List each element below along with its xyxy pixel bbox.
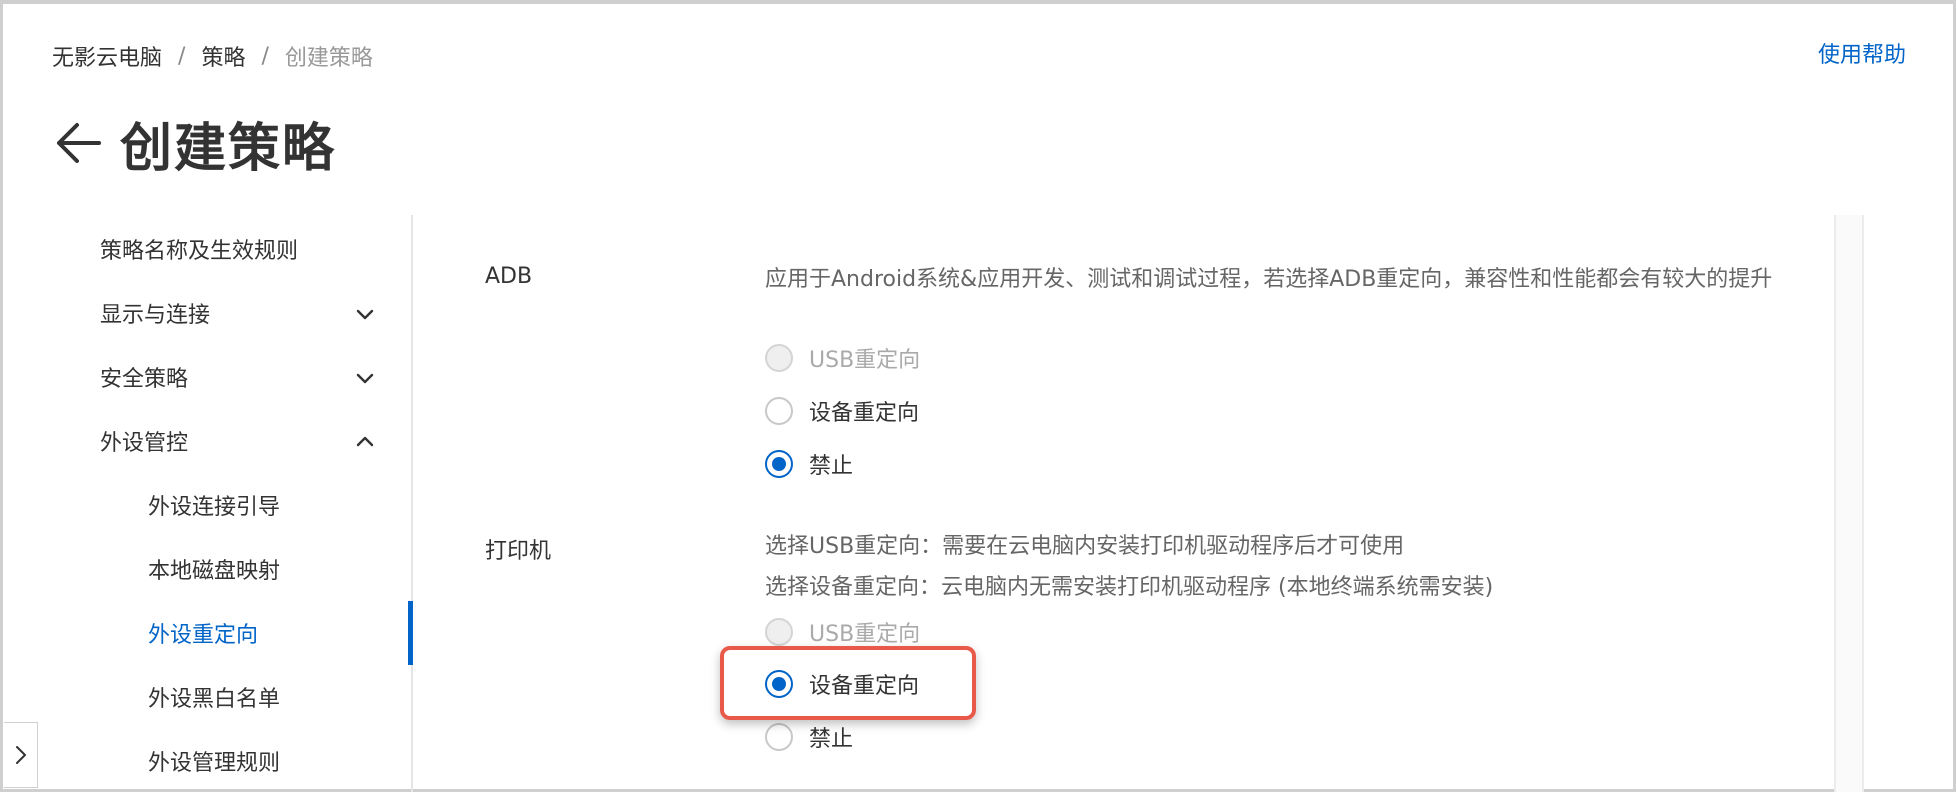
sidebar-item-display-connection[interactable]: 显示与连接 <box>0 285 411 341</box>
sidebar-item-label: 外设管控 <box>100 431 189 456</box>
sidebar-item-security[interactable]: 安全策略 <box>0 349 411 405</box>
page-header: 创建策略 <box>50 108 337 179</box>
breadcrumb-item-home[interactable]: 无影云电脑 <box>52 40 162 72</box>
breadcrumb-separator: / <box>261 43 269 69</box>
radio-circle-icon <box>765 450 793 478</box>
adb-disable-radio[interactable]: 禁止 <box>765 446 853 482</box>
printer-device-redirect-radio[interactable]: 设备重定向 <box>765 666 919 702</box>
chevron-down-icon <box>356 309 374 320</box>
sidebar-item-local-disk-mapping[interactable]: 本地磁盘映射 <box>0 541 411 597</box>
sidebar-item-label: 本地磁盘映射 <box>148 559 281 584</box>
active-indicator <box>408 601 413 665</box>
sidebar-item-label: 外设黑白名单 <box>148 687 281 712</box>
adb-usb-redirect-radio[interactable]: USB重定向 <box>765 340 920 376</box>
chevron-right-icon <box>15 746 26 764</box>
breadcrumb-item-policy[interactable]: 策略 <box>201 40 245 72</box>
scrollbar-track[interactable] <box>1834 215 1864 792</box>
sidebar-item-peripheral-allowlist[interactable]: 外设黑白名单 <box>0 669 411 725</box>
sidebar-item-label: 外设连接引导 <box>148 495 281 520</box>
radio-label: 禁止 <box>809 727 854 752</box>
radio-label: USB重定向 <box>809 348 921 373</box>
printer-label: 打印机 <box>485 539 552 564</box>
sidebar-item-label: 策略名称及生效规则 <box>100 239 299 264</box>
breadcrumb-separator: / <box>178 43 186 69</box>
printer-usb-redirect-radio[interactable]: USB重定向 <box>765 614 920 650</box>
adb-label: ADB <box>485 264 533 289</box>
adb-device-redirect-radio[interactable]: 设备重定向 <box>765 393 919 429</box>
radio-label: 禁止 <box>809 454 854 479</box>
breadcrumb: 无影云电脑 / 策略 / 创建策略 <box>52 40 373 72</box>
radio-label: 设备重定向 <box>809 674 920 699</box>
sidebar-item-peripheral-control[interactable]: 外设管控 <box>0 413 411 469</box>
help-link[interactable]: 使用帮助 <box>1818 40 1906 72</box>
sidebar-item-peripheral-rules[interactable]: 外设管理规则 <box>0 733 411 789</box>
radio-circle-icon <box>765 723 793 751</box>
printer-description-usb: 选择USB重定向：需要在云电脑内安装打印机驱动程序后才可使用 <box>765 534 1405 559</box>
sidebar-item-label: 安全策略 <box>100 367 189 392</box>
chevron-down-icon <box>356 373 374 384</box>
sidebar-item-label: 外设管理规则 <box>148 751 281 776</box>
back-arrow-icon[interactable] <box>50 115 106 171</box>
radio-circle-icon <box>765 618 793 646</box>
chevron-up-icon <box>356 436 374 447</box>
expand-panel-button[interactable] <box>4 722 38 788</box>
sidebar-item-label: 外设重定向 <box>148 623 259 648</box>
radio-label: USB重定向 <box>809 622 921 647</box>
radio-circle-icon <box>765 670 793 698</box>
sidebar-item-connection-guide[interactable]: 外设连接引导 <box>0 477 411 533</box>
sidebar-item-label: 显示与连接 <box>100 303 211 328</box>
sidebar-item-policy-name[interactable]: 策略名称及生效规则 <box>0 221 411 277</box>
radio-circle-icon <box>765 344 793 372</box>
sidebar-nav: 策略名称及生效规则 显示与连接 安全策略 外设管控 外设连接引导 本地磁盘映射 … <box>0 215 413 792</box>
radio-circle-icon <box>765 397 793 425</box>
sidebar-item-peripheral-redirect[interactable]: 外设重定向 <box>0 605 411 661</box>
printer-description-device: 选择设备重定向：云电脑内无需安装打印机驱动程序 (本地终端系统需安装) <box>765 575 1494 600</box>
breadcrumb-item-current: 创建策略 <box>284 46 373 71</box>
printer-disable-radio[interactable]: 禁止 <box>765 719 853 755</box>
adb-description: 应用于Android系统&应用开发、测试和调试过程，若选择ADB重定向，兼容性和… <box>765 267 1773 292</box>
radio-label: 设备重定向 <box>809 401 920 426</box>
page-title: 创建策略 <box>120 118 337 179</box>
